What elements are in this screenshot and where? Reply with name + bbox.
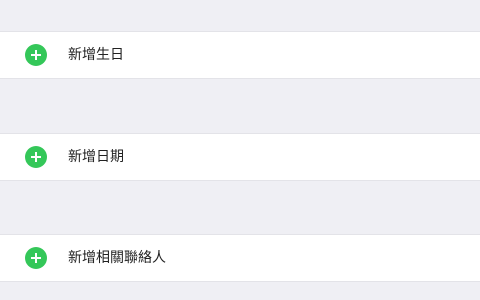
add-related-contact-row[interactable]: 新增相關聯絡人: [0, 234, 480, 282]
add-circle-icon[interactable]: [25, 247, 47, 269]
add-birthday-row[interactable]: 新增生日: [0, 31, 480, 79]
contact-edit-screen: 新增生日 新增日期 新增相關聯絡人: [0, 0, 480, 300]
add-date-row[interactable]: 新增日期: [0, 133, 480, 181]
add-circle-icon[interactable]: [25, 44, 47, 66]
add-circle-icon[interactable]: [25, 146, 47, 168]
add-date-label: 新增日期: [68, 149, 124, 165]
add-related-contact-label: 新增相關聯絡人: [68, 250, 166, 266]
add-birthday-label: 新增生日: [68, 47, 124, 63]
